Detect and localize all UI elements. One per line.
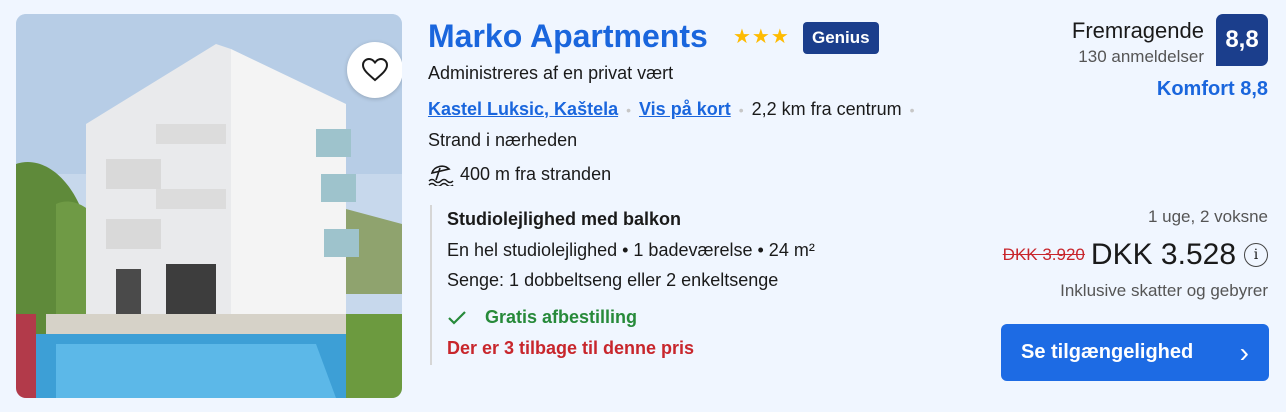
see-availability-label: Se tilgængelighed <box>1021 341 1194 363</box>
room-title: Studiolejlighed med balkon <box>447 209 682 229</box>
room-divider <box>430 205 432 365</box>
free-cancellation: Gratis afbestilling <box>447 307 637 328</box>
genius-badge: Genius <box>803 22 879 54</box>
info-icon[interactable]: i <box>1244 243 1268 267</box>
discounted-price: DKK 3.528 <box>1090 238 1236 271</box>
location-link[interactable]: Kastel Luksic, Kaštela <box>428 99 618 120</box>
see-availability-button[interactable]: Se tilgængelighed › <box>1001 324 1269 381</box>
chevron-right-icon: › <box>1239 336 1249 368</box>
taxes-note: Inklusive skatter og gebyrer <box>1060 281 1268 300</box>
beach-distance-text: 400 m fra stranden <box>460 163 612 184</box>
property-title-link[interactable]: Marko Apartments <box>428 18 708 55</box>
rooms-left-warning: Der er 3 tilbage til denne pris <box>447 338 695 358</box>
beach-distance: 400 m fra stranden <box>428 162 611 186</box>
review-score-badge[interactable]: 8,8 <box>1216 14 1268 66</box>
review-count[interactable]: 130 anmeldelser <box>1078 47 1204 67</box>
room-description: En hel studiolejlighed • 1 badeværelse •… <box>447 240 815 260</box>
separator-dot: • <box>738 101 744 118</box>
bed-info: Senge: 1 dobbeltseng eller 2 enkeltsenge <box>447 270 779 290</box>
heart-icon <box>362 58 388 82</box>
location-row: Kastel Luksic, Kaštela • Vis på kort • 2… <box>428 99 923 120</box>
beach-nearby: Strand i nærheden <box>428 130 578 150</box>
show-on-map-link[interactable]: Vis på kort <box>639 99 731 120</box>
price-row: DKK 3.920 DKK 3.528 i <box>1003 238 1268 272</box>
separator-dot: • <box>626 101 631 118</box>
favorite-button[interactable] <box>347 42 402 98</box>
stay-length: 1 uge, 2 voksne <box>1147 207 1268 226</box>
property-photo-illustration <box>16 14 402 398</box>
comfort-score: Komfort 8,8 <box>1156 78 1268 100</box>
separator-dot: • <box>909 101 915 118</box>
host-type: Administreres af en privat vært <box>428 63 674 83</box>
property-card: Marko Apartments ★★★ Genius Administrere… <box>0 0 1286 412</box>
free-cancellation-text: Gratis afbestilling <box>485 307 638 327</box>
distance-from-center: 2,2 km fra centrum <box>751 99 902 119</box>
review-score-word: Fremragende <box>1071 18 1204 43</box>
beach-umbrella-icon <box>428 165 454 186</box>
star-rating: ★★★ <box>733 26 790 48</box>
check-icon <box>448 310 466 325</box>
property-photo[interactable] <box>16 14 402 398</box>
original-price: DKK 3.920 <box>1002 245 1085 264</box>
